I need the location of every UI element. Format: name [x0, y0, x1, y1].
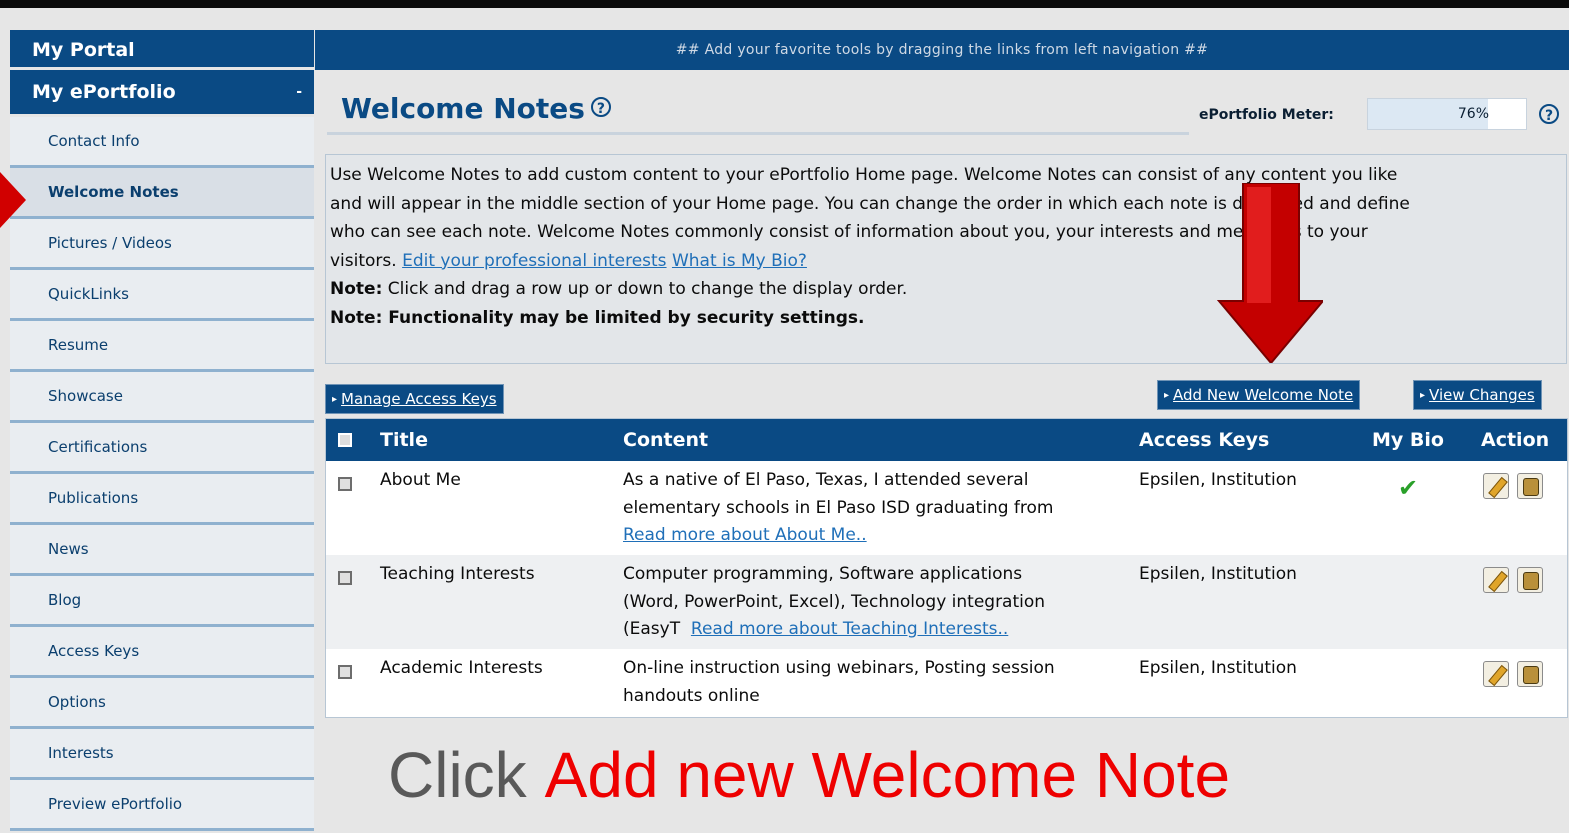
nav-my-eportfolio-label: My ePortfolio	[32, 81, 176, 103]
column-access-keys: Access Keys	[1139, 429, 1270, 451]
eportfolio-meter-label: ePortfolio Meter:	[1199, 107, 1334, 123]
sidebar-item-resume[interactable]: Resume	[10, 321, 314, 372]
red-pointer-arrow-icon	[0, 172, 26, 228]
table-row[interactable]: Teaching Interests Computer programming,…	[326, 555, 1567, 649]
row-content-fragment: (EasyT	[623, 619, 681, 639]
row-title: Teaching Interests	[380, 564, 535, 584]
eportfolio-meter-value: 76%	[1457, 106, 1489, 122]
note-label: Note:	[330, 279, 383, 299]
instructions-line: Use Welcome Notes to add custom content …	[330, 165, 1398, 185]
row-content-line: handouts online	[623, 685, 760, 706]
caption-click: Click	[388, 739, 527, 811]
instruction-caption: Click Add new Welcome Note	[388, 738, 1230, 812]
manage-access-keys-button[interactable]: ▸ Manage Access Keys	[325, 384, 504, 414]
row-checkbox[interactable]	[338, 571, 352, 585]
view-changes-label: View Changes	[1429, 386, 1535, 404]
favorite-tools-dropzone[interactable]: ## Add your favorite tools by dragging t…	[315, 30, 1569, 70]
column-title[interactable]: Title	[380, 419, 428, 461]
delete-trash-icon[interactable]	[1517, 661, 1543, 687]
row-content-line: Computer programming, Software applicati…	[623, 564, 1023, 584]
play-arrow-icon: ▸	[1164, 389, 1170, 401]
edit-pencil-icon[interactable]	[1483, 567, 1509, 593]
top-border	[0, 0, 1569, 8]
red-down-arrow-icon	[1216, 183, 1323, 363]
checkmark-icon: ✔	[1398, 474, 1419, 502]
delete-trash-icon[interactable]	[1517, 473, 1543, 499]
instructions-panel: Use Welcome Notes to add custom content …	[325, 154, 1567, 364]
sidebar-item-blog[interactable]: Blog	[10, 576, 314, 627]
select-all-checkbox[interactable]	[338, 433, 352, 447]
row-checkbox[interactable]	[338, 477, 352, 491]
add-new-welcome-note-label: Add New Welcome Note	[1173, 386, 1354, 404]
main-content: ## Add your favorite tools by dragging t…	[315, 30, 1569, 833]
row-access-keys: Epsilen, Institution	[1139, 658, 1297, 678]
table-header: Title Content Access Keys My Bio Action	[326, 419, 1567, 461]
manage-access-keys-label: Manage Access Keys	[341, 390, 497, 408]
read-more-link[interactable]: Read more about About Me..	[623, 525, 867, 545]
sidebar-item-pictures-videos[interactable]: Pictures / Videos	[10, 219, 314, 270]
eportfolio-meter: 76%	[1367, 98, 1527, 130]
sidebar-item-access-keys[interactable]: Access Keys	[10, 627, 314, 678]
column-action: Action	[1481, 429, 1550, 451]
sidebar-item-preview-eportfolio[interactable]: Preview ePortfolio	[10, 780, 314, 831]
sidebar-item-options[interactable]: Options	[10, 678, 314, 729]
sidebar-item-news[interactable]: News	[10, 525, 314, 576]
sidebar-item-welcome-notes[interactable]: Welcome Notes	[10, 168, 314, 219]
play-arrow-icon: ▸	[1420, 389, 1426, 401]
edit-pencil-icon[interactable]	[1483, 473, 1509, 499]
row-content: On-line instruction using webinars, Post…	[623, 655, 1055, 710]
column-content: Content	[623, 429, 709, 451]
add-new-welcome-note-button[interactable]: ▸ Add New Welcome Note	[1157, 380, 1361, 410]
instructions-line: visitors. Edit your professional interes…	[330, 247, 1562, 276]
view-changes-button[interactable]: ▸ View Changes	[1413, 380, 1542, 410]
meter-help-icon[interactable]: ?	[1539, 104, 1559, 124]
row-access-keys: Epsilen, Institution	[1139, 470, 1297, 490]
instructions-line: who can see each note. Welcome Notes com…	[330, 222, 1368, 242]
column-my-bio: My Bio	[1372, 429, 1444, 451]
sidebar-item-showcase[interactable]: Showcase	[10, 372, 314, 423]
row-content-line: As a native of El Paso, Texas, I attende…	[623, 470, 1029, 490]
welcome-notes-table: Title Content Access Keys My Bio Action …	[325, 418, 1568, 718]
edit-pencil-icon[interactable]	[1483, 661, 1509, 687]
sidebar-item-interests[interactable]: Interests	[10, 729, 314, 780]
what-is-my-bio-link[interactable]: What is My Bio?	[672, 251, 807, 271]
table-row[interactable]: About Me As a native of El Paso, Texas, …	[326, 461, 1567, 555]
help-icon[interactable]: ?	[590, 97, 611, 117]
sidebar-item-quicklinks[interactable]: QuickLinks	[10, 270, 314, 321]
visitors-text: visitors.	[330, 250, 397, 271]
page-title: Welcome Notes?	[341, 92, 611, 125]
row-content-line: On-line instruction using webinars, Post…	[623, 658, 1055, 678]
row-content-line: elementary schools in El Paso ISD gradua…	[623, 497, 1054, 518]
row-checkbox[interactable]	[338, 665, 352, 679]
row-title: Academic Interests	[380, 658, 543, 678]
security-note-text: Note: Functionality may be limited by se…	[330, 307, 865, 328]
row-content: As a native of El Paso, Texas, I attende…	[623, 467, 1053, 550]
title-divider	[327, 132, 1189, 135]
row-content: Computer programming, Software applicati…	[623, 561, 1045, 644]
nav-my-eportfolio[interactable]: My ePortfolio -	[10, 70, 314, 117]
play-arrow-icon: ▸	[332, 393, 338, 405]
left-navigation: My Portal My ePortfolio - Contact Info W…	[10, 30, 314, 833]
drag-note: Note: Click and drag a row up or down to…	[330, 275, 1562, 304]
row-content-line: (EasyT Read more about Teaching Interest…	[623, 616, 1045, 644]
caption-action: Add new Welcome Note	[544, 739, 1231, 811]
sidebar-item-contact-info[interactable]: Contact Info	[10, 117, 314, 168]
nav-my-portal[interactable]: My Portal	[10, 30, 314, 70]
read-more-link[interactable]: Read more about Teaching Interests..	[691, 619, 1008, 639]
row-access-keys: Epsilen, Institution	[1139, 564, 1297, 584]
sidebar-item-publications[interactable]: Publications	[10, 474, 314, 525]
delete-trash-icon[interactable]	[1517, 567, 1543, 593]
row-content-line: (Word, PowerPoint, Excel), Technology in…	[623, 591, 1046, 612]
table-row[interactable]: Academic Interests On-line instruction u…	[326, 649, 1567, 717]
instructions-line: and will appear in the middle section of…	[330, 193, 1410, 214]
row-title: About Me	[380, 470, 461, 490]
sidebar-item-certifications[interactable]: Certifications	[10, 423, 314, 474]
security-note: Note: Functionality may be limited by se…	[330, 304, 1562, 333]
note-text: Click and drag a row up or down to chang…	[387, 279, 908, 299]
edit-interests-link[interactable]: Edit your professional interests	[402, 251, 666, 271]
page-title-text: Welcome Notes	[341, 92, 585, 125]
collapse-icon[interactable]: -	[296, 70, 302, 114]
